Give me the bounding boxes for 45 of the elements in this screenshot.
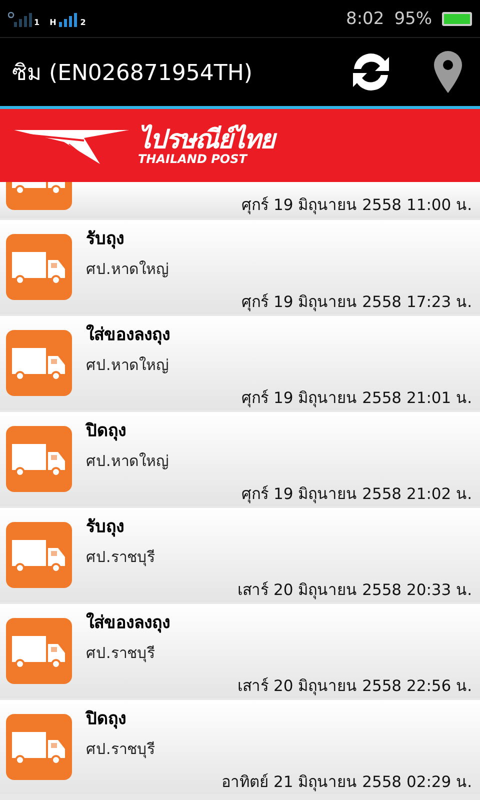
event-office: ศป.หาดใหญ่ [86,355,170,376]
event-date: เสาร์ 20 มิถุนายน 2558 22:56 น. [238,676,472,698]
tracking-item[interactable]: รับถุง ศป.ราชบุรี เสาร์ 20 มิถุนายน 2558 20:33 น. [0,508,480,602]
location-pin-icon[interactable] [434,51,462,93]
signal-icon [58,10,78,26]
battery-percent: 95% [394,8,432,28]
event-date: ศุกร์ 19 มิถุนายน 2558 17:23 น. [242,292,472,314]
event-office: ศป.ราชบุรี [86,643,156,664]
event-date: เสาร์ 20 มิถุนายน 2558 20:33 น. [238,580,472,602]
truck-icon [6,234,72,300]
tracking-item[interactable]: ปิดถุง ศป.หาดใหญ่ ศุกร์ 19 มิถุนายน 2558 21:02 น. [0,412,480,506]
clock: 8:02 [346,8,384,28]
event-status: ปิดถุง [86,420,127,443]
truck-icon [6,182,72,210]
event-date: อาทิตย์ 21 มิถุนายน 2558 02:29 น. [222,772,472,794]
event-office: ศป.ราชบุรี [86,547,156,568]
tracking-item[interactable]: ศุกร์ 19 มิถุนายน 2558 11:00 น. [0,182,480,218]
tracking-item[interactable]: ใส่ของลงถุง ศป.หาดใหญ่ ศุกร์ 19 มิถุนายน 2558 21:01 น. [0,316,480,410]
truck-icon [6,522,72,588]
signal-icon [8,10,32,26]
event-status: ใส่ของลงถุง [86,611,171,635]
event-status: รับถุง [86,228,125,251]
tracking-item[interactable]: ใส่ของลงถุง ศป.ราชบุรี เสาร์ 20 มิถุนายน 2558 22:56 น. [0,604,480,698]
event-date: ศุกร์ 19 มิถุนายน 2558 21:01 น. [242,388,472,410]
truck-icon [6,714,72,780]
logo-thai-text: ไปรษณีย์ไทย [138,126,274,152]
sim-number: 1 [34,18,40,26]
logo-english-text: THAILAND POST [138,152,249,164]
event-office: ศป.หาดใหญ่ [86,259,170,280]
truck-icon [6,618,72,684]
sim-number: 2 [80,18,86,26]
battery-icon [442,12,472,26]
event-office: ศป.ราชบุรี [86,739,156,760]
truck-icon [6,426,72,492]
tracking-item[interactable]: รับถุง ศป.หาดใหญ่ ศุกร์ 19 มิถุนายน 2558 17:23 น. [0,220,480,314]
event-status: ปิดถุง [86,708,127,731]
event-office: ศป.หาดใหญ่ [86,451,170,472]
tracking-item[interactable]: ปิดถุง ศป.ราชบุรี อาทิตย์ 21 มิถุนายน 2558 02:29 น. [0,700,480,794]
app-title: ซิม (EN026871954TH) [12,60,254,88]
network-type: H [50,18,56,26]
event-date: ศุกร์ 19 มิถุนายน 2558 11:00 น. [242,195,472,216]
event-date: ศุกร์ 19 มิถุนายน 2558 21:02 น. [242,484,472,506]
event-status: รับถุง [86,516,125,539]
event-status: ใส่ของลงถุง [86,323,171,347]
truck-icon [6,330,72,396]
